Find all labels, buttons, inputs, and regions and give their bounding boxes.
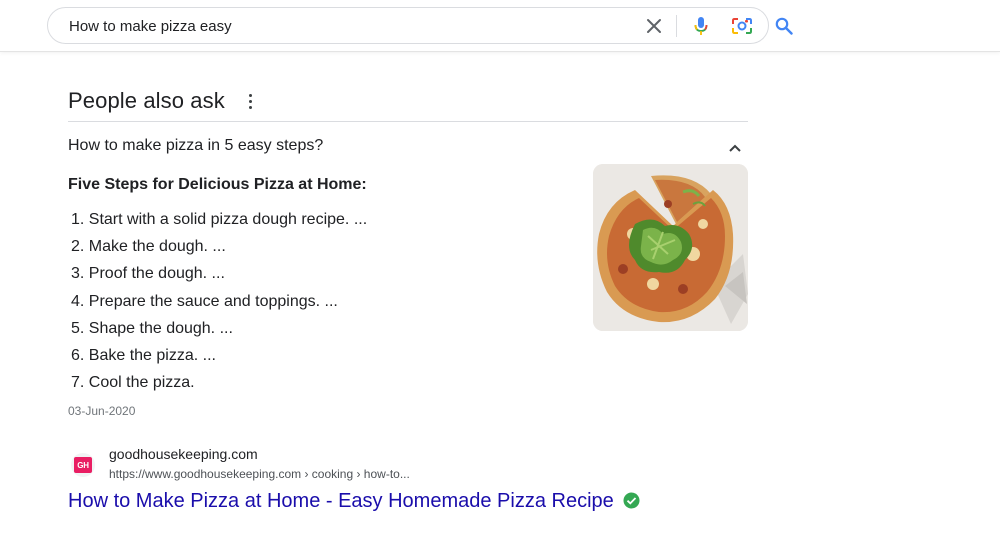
more-vert-icon[interactable] <box>244 92 256 110</box>
pizza-thumbnail[interactable] <box>593 164 748 331</box>
site-url[interactable]: https://www.goodhousekeeping.com › cooki… <box>109 467 410 481</box>
answer-heading: Five Steps for Delicious Pizza at Home: <box>68 176 367 193</box>
people-also-ask: People also ask How to make pizza in 5 e… <box>68 84 748 418</box>
favicon-logo: GH <box>74 457 92 473</box>
search-icon[interactable] <box>774 16 794 36</box>
site-name[interactable]: goodhousekeeping.com <box>109 446 258 462</box>
chevron-up-icon[interactable] <box>728 140 742 152</box>
list-item: 7. Cool the pizza. <box>71 374 195 392</box>
list-item: 4. Prepare the sauce and toppings. ... <box>71 292 338 310</box>
result-title-text[interactable]: How to Make Pizza at Home - Easy Homemad… <box>68 490 614 512</box>
mic-icon[interactable] <box>691 16 711 36</box>
list-item: 6. Bake the pizza. ... <box>71 347 216 365</box>
paa-answer: Five Steps for Delicious Pizza at Home: … <box>68 164 748 418</box>
search-divider <box>676 15 677 37</box>
site-favicon[interactable]: GH <box>71 453 95 477</box>
camera-lens-icon[interactable] <box>732 16 752 36</box>
search-input[interactable] <box>69 16 569 36</box>
list-item: 2. Make the dough. ... <box>71 238 226 256</box>
paa-header: People also ask <box>68 84 748 122</box>
paa-question-row[interactable]: How to make pizza in 5 easy steps? <box>68 122 748 170</box>
search-box[interactable] <box>47 7 793 44</box>
paa-question[interactable]: How to make pizza in 5 easy steps? <box>68 137 323 155</box>
list-item: 3. Proof the dough. ... <box>71 265 225 283</box>
answer-date: 03-Jun-2020 <box>68 404 136 418</box>
close-icon[interactable] <box>644 16 664 36</box>
verified-check-icon <box>623 492 640 515</box>
list-item: 5. Shape the dough. ... <box>71 319 233 337</box>
list-item: 1. Start with a solid pizza dough recipe… <box>71 211 368 228</box>
source-result: GH goodhousekeeping.com https://www.good… <box>68 445 768 525</box>
top-header <box>0 0 1000 52</box>
result-title-link[interactable]: How to Make Pizza at Home - Easy Homemad… <box>68 490 640 515</box>
steps-list: 1. Start with a solid pizza dough recipe… <box>68 206 367 396</box>
paa-title: People also ask <box>68 88 225 113</box>
